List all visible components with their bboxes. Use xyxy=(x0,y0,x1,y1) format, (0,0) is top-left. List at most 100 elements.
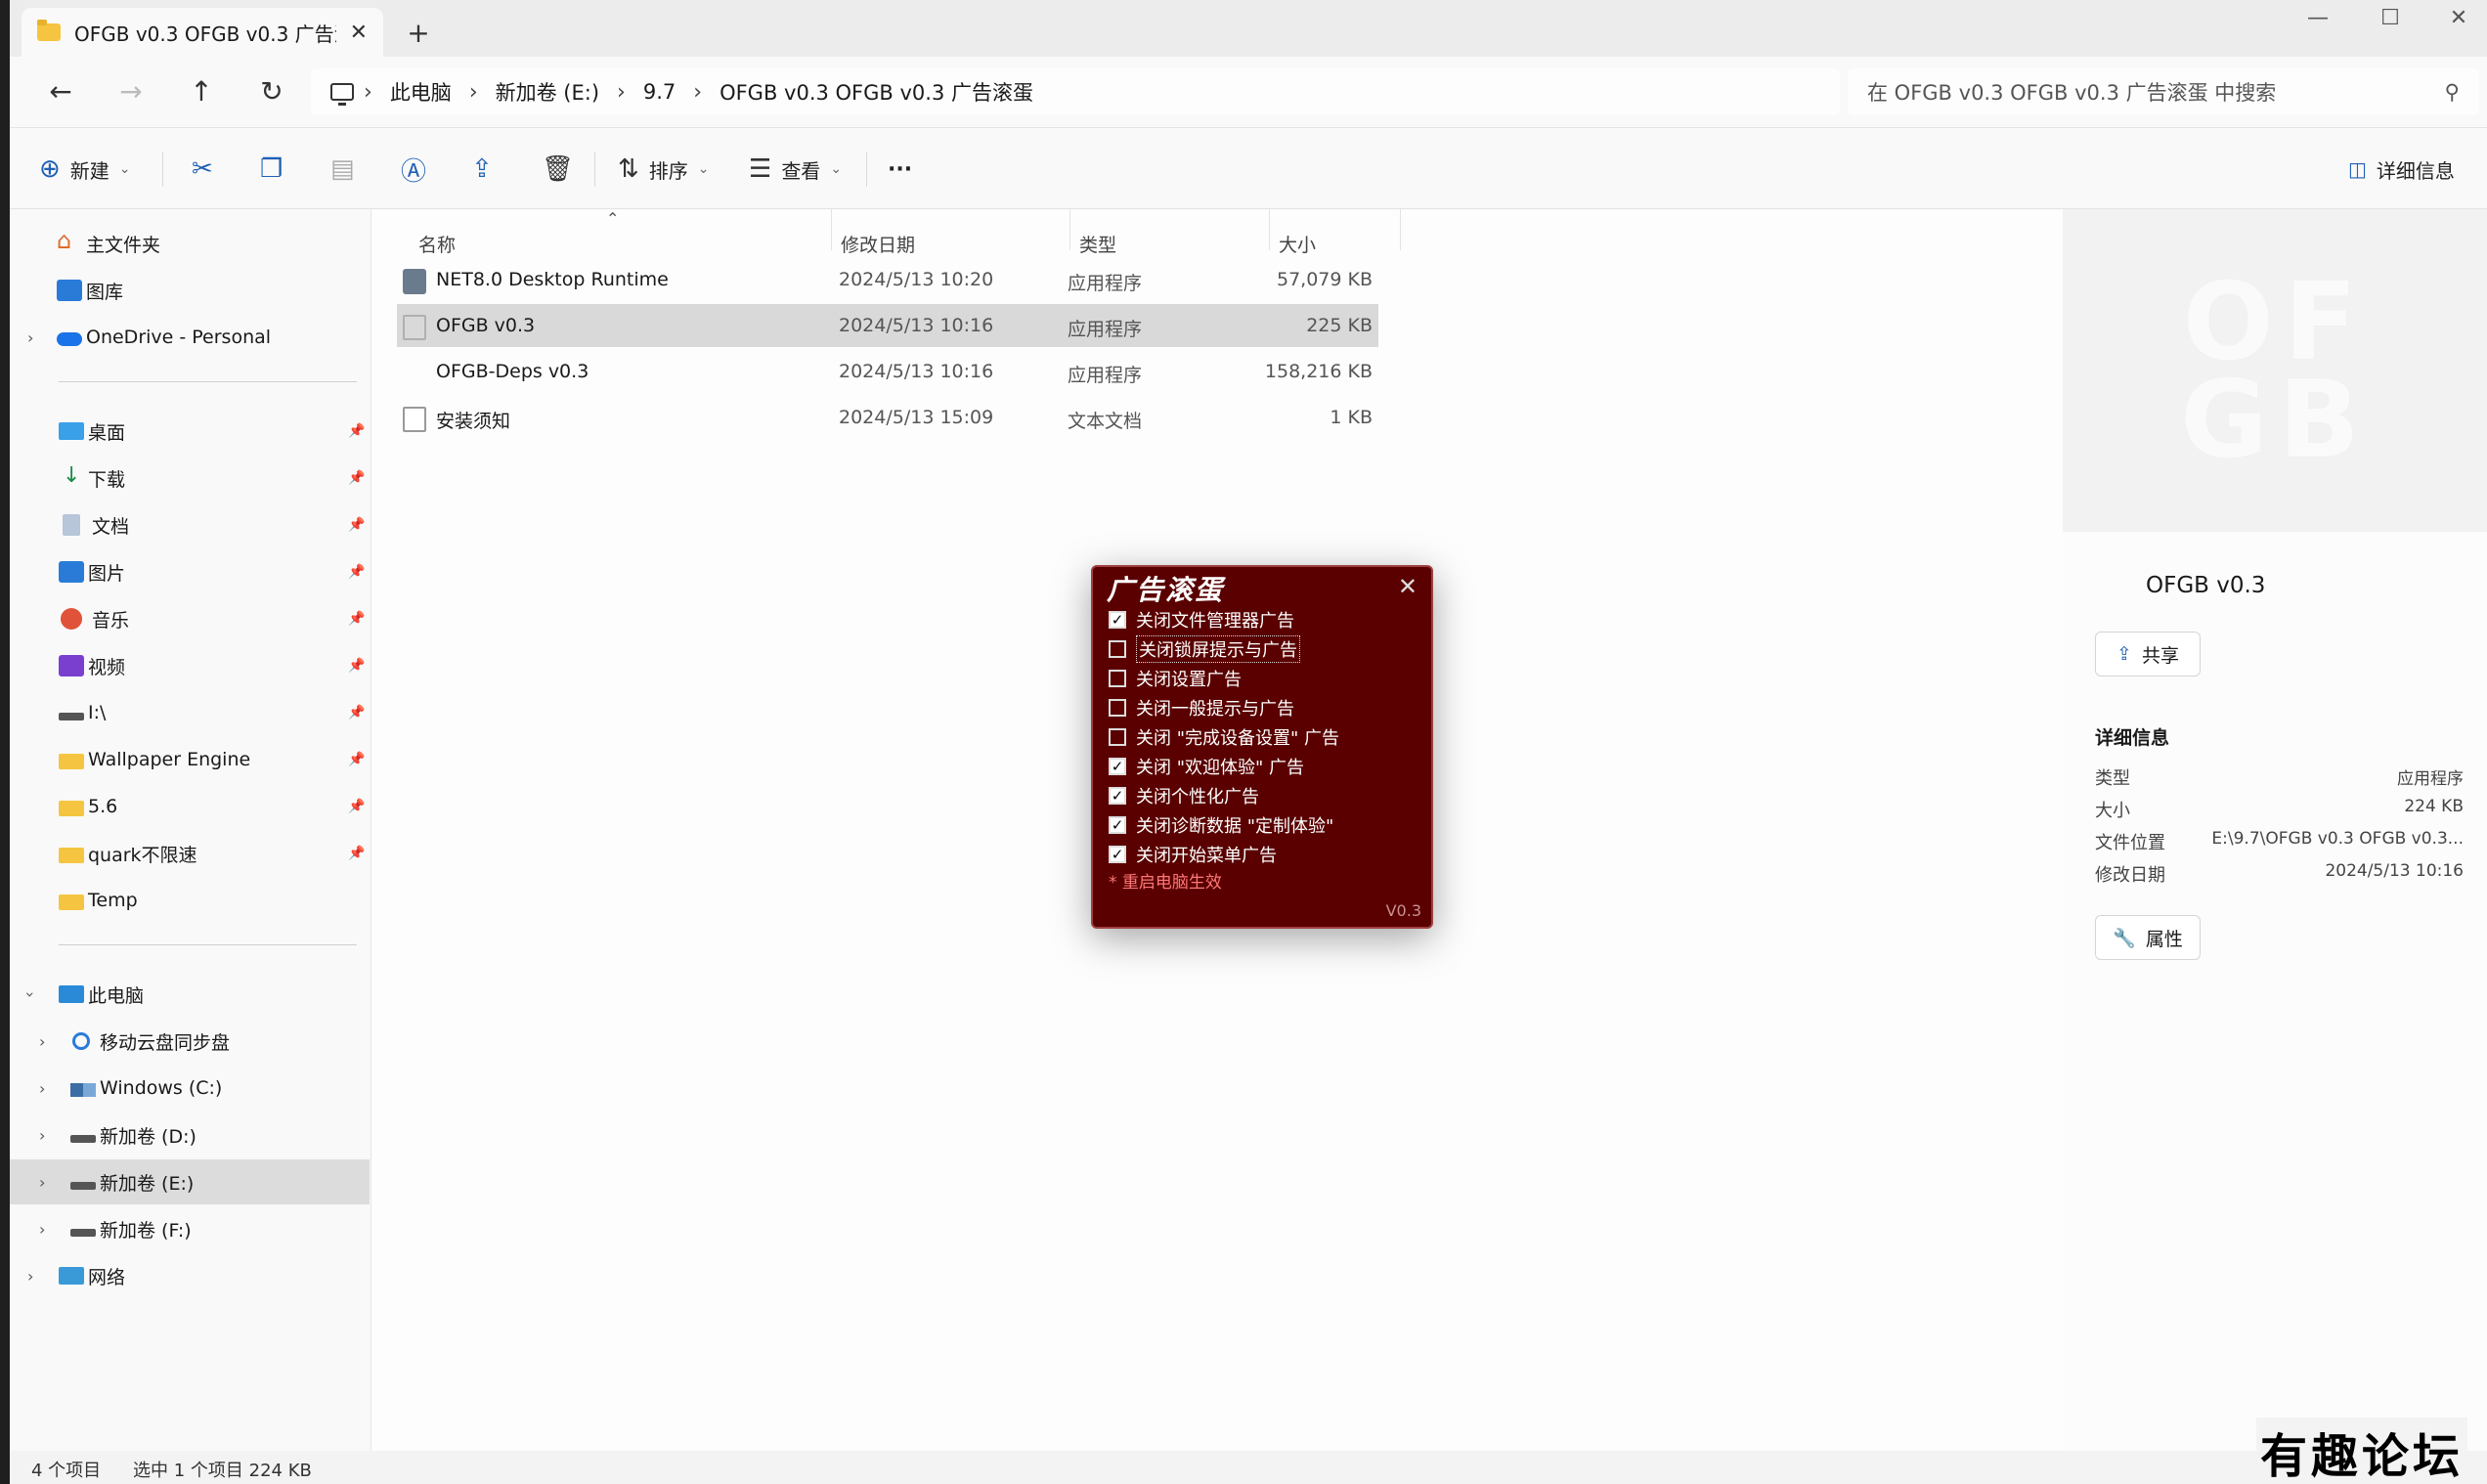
checkbox-checked[interactable]: ✓ xyxy=(1109,846,1126,863)
maximize-button[interactable]: ☐ xyxy=(2366,6,2415,30)
sidebar-item-desktop[interactable]: 桌面 📌 xyxy=(10,409,370,454)
forward-button[interactable]: → xyxy=(109,70,153,113)
option-lockscreen-ads[interactable]: 关闭锁屏提示与广告 xyxy=(1109,635,1300,663)
sidebar-item-pictures[interactable]: 图片 📌 xyxy=(10,549,370,594)
new-tab-button[interactable]: + xyxy=(399,16,438,51)
copy-button[interactable]: ❐ xyxy=(260,148,283,191)
share-button[interactable]: ⇪ xyxy=(471,148,493,191)
checkbox-checked[interactable]: ✓ xyxy=(1109,816,1126,834)
breadcrumb-folder-97[interactable]: 9.7 xyxy=(643,80,676,104)
sidebar-item-onedrive[interactable]: › OneDrive - Personal xyxy=(10,315,370,360)
minimize-button[interactable]: — xyxy=(2293,6,2342,30)
sidebar-item-cloud-sync[interactable]: › 移动云盘同步盘 xyxy=(10,1019,370,1064)
chevron-right-icon[interactable]: › xyxy=(39,1173,45,1192)
option-personalized-ads[interactable]: ✓ 关闭个性化广告 xyxy=(1109,782,1259,809)
pin-icon[interactable]: 📌 xyxy=(348,564,365,580)
delete-button[interactable]: 🗑 xyxy=(542,148,574,191)
chevron-right-icon[interactable]: › xyxy=(39,1126,45,1145)
column-divider[interactable] xyxy=(1269,209,1270,250)
chevron-right-icon[interactable]: › xyxy=(39,1220,45,1239)
checkbox-unchecked[interactable] xyxy=(1109,670,1126,687)
sidebar-item-quark[interactable]: quark不限速 📌 xyxy=(10,831,370,876)
sidebar-item-wallpaper-engine[interactable]: Wallpaper Engine 📌 xyxy=(10,737,370,782)
checkbox-unchecked[interactable] xyxy=(1109,640,1126,658)
checkbox-unchecked[interactable] xyxy=(1109,699,1126,717)
view-button[interactable]: ☰ 查看 ⌄ xyxy=(749,148,842,191)
checkbox-checked[interactable]: ✓ xyxy=(1109,611,1126,629)
chevron-right-icon[interactable]: › xyxy=(27,1267,33,1286)
column-header-date[interactable]: 修改日期 xyxy=(841,231,915,257)
checkbox-checked[interactable]: ✓ xyxy=(1109,758,1126,775)
back-button[interactable]: ← xyxy=(39,70,82,113)
sort-button[interactable]: ⇅ 排序 ⌄ xyxy=(618,148,710,191)
cut-button[interactable]: ✂ xyxy=(192,148,213,191)
option-finish-setup-ads[interactable]: 关闭 "完成设备设置" 广告 xyxy=(1109,723,1339,751)
column-divider[interactable] xyxy=(831,209,832,250)
breadcrumb-pc[interactable]: 此电脑 xyxy=(390,77,452,107)
sidebar-item-home[interactable]: 主文件夹 xyxy=(10,221,370,266)
sidebar-item-drive-e[interactable]: › 新加卷 (E:) xyxy=(10,1159,370,1204)
pin-icon[interactable]: 📌 xyxy=(348,799,365,814)
details-pane-button[interactable]: ◫ 详细信息 xyxy=(2348,148,2455,191)
chevron-right-icon[interactable]: › xyxy=(39,1079,45,1098)
table-row[interactable]: OFGB-Deps v0.3 2024/5/13 10:16 应用程序 158,… xyxy=(397,350,1378,393)
refresh-button[interactable]: ↻ xyxy=(250,70,293,113)
close-icon[interactable]: ✕ xyxy=(1398,573,1418,600)
pin-icon[interactable]: 📌 xyxy=(348,705,365,720)
sidebar-item-temp[interactable]: Temp xyxy=(10,878,370,923)
sidebar-item-5-6[interactable]: 5.6 📌 xyxy=(10,784,370,829)
up-button[interactable]: ↑ xyxy=(180,70,223,113)
column-divider[interactable] xyxy=(1400,209,1401,250)
sidebar-item-videos[interactable]: 视频 📌 xyxy=(10,643,370,688)
more-options-button[interactable]: ··· xyxy=(888,148,912,191)
option-general-tips-ads[interactable]: 关闭一般提示与广告 xyxy=(1109,694,1294,721)
new-button[interactable]: ⊕ 新建 ⌄ xyxy=(39,148,131,191)
sidebar-item-drive-i[interactable]: I:\ 📌 xyxy=(10,690,370,735)
paste-button[interactable]: ▤ xyxy=(330,148,355,191)
close-tab-icon[interactable]: ✕ xyxy=(350,21,368,45)
checkbox-checked[interactable]: ✓ xyxy=(1109,787,1126,805)
column-header-name[interactable]: 名称 xyxy=(418,231,456,257)
table-row[interactable]: 安装须知 2024/5/13 15:09 文本文档 1 KB xyxy=(397,396,1378,439)
close-window-button[interactable]: ✕ xyxy=(2434,6,2483,30)
pin-icon[interactable]: 📌 xyxy=(348,658,365,674)
pin-icon[interactable]: 📌 xyxy=(348,517,365,533)
sidebar-item-this-pc[interactable]: › 此电脑 xyxy=(10,972,370,1017)
properties-button[interactable]: 🔧 属性 xyxy=(2095,915,2201,960)
option-welcome-ads[interactable]: ✓ 关闭 "欢迎体验" 广告 xyxy=(1109,753,1304,780)
chevron-right-icon[interactable]: › xyxy=(27,328,33,347)
option-settings-ads[interactable]: 关闭设置广告 xyxy=(1109,665,1242,692)
pin-icon[interactable]: 📌 xyxy=(348,423,365,439)
table-row[interactable]: NET8.0 Desktop Runtime 2024/5/13 10:20 应… xyxy=(397,258,1378,301)
sidebar-item-drive-f[interactable]: › 新加卷 (F:) xyxy=(10,1206,370,1251)
sidebar-item-drive-c[interactable]: › Windows (C:) xyxy=(10,1066,370,1111)
sidebar-item-gallery[interactable]: 图库 xyxy=(10,268,370,313)
address-bar[interactable]: › 此电脑 › 新加卷 (E:) › 9.7 › OFGB v0.3 OFGB … xyxy=(311,68,1840,115)
column-divider[interactable] xyxy=(1069,209,1070,250)
breadcrumb-drive-e[interactable]: 新加卷 (E:) xyxy=(496,77,599,107)
search-input[interactable]: 在 OFGB v0.3 OFGB v0.3 广告滚蛋 中搜索 xyxy=(1867,77,2445,107)
pin-icon[interactable]: 📌 xyxy=(348,846,365,861)
sidebar-item-music[interactable]: 音乐 📌 xyxy=(10,596,370,641)
sidebar-item-documents[interactable]: 文档 📌 xyxy=(10,502,370,547)
pin-icon[interactable]: 📌 xyxy=(348,611,365,627)
pin-icon[interactable]: 📌 xyxy=(348,752,365,767)
option-file-explorer-ads[interactable]: ✓ 关闭文件管理器广告 xyxy=(1109,606,1294,633)
option-diagnostic-data[interactable]: ✓ 关闭诊断数据 "定制体验" xyxy=(1109,811,1333,839)
column-header-type[interactable]: 类型 xyxy=(1079,231,1116,257)
table-row[interactable]: OFGB v0.3 2024/5/13 10:16 应用程序 225 KB xyxy=(397,304,1378,347)
tab-current[interactable]: OFGB v0.3 OFGB v0.3 广告滚蛋 ✕ xyxy=(22,8,383,57)
search-box[interactable]: 在 OFGB v0.3 OFGB v0.3 广告滚蛋 中搜索 ⚲ xyxy=(1848,68,2479,115)
chevron-right-icon[interactable]: › xyxy=(39,1032,45,1051)
checkbox-unchecked[interactable] xyxy=(1109,728,1126,746)
breadcrumb-current-folder[interactable]: OFGB v0.3 OFGB v0.3 广告滚蛋 xyxy=(720,77,1033,107)
rename-button[interactable]: Ⓐ xyxy=(401,148,426,191)
option-start-menu-ads[interactable]: ✓ 关闭开始菜单广告 xyxy=(1109,841,1277,868)
sidebar-item-drive-d[interactable]: › 新加卷 (D:) xyxy=(10,1113,370,1157)
pin-icon[interactable]: 📌 xyxy=(348,470,365,486)
column-header-size[interactable]: 大小 xyxy=(1279,231,1316,257)
sidebar-item-network[interactable]: › 网络 xyxy=(10,1253,370,1298)
chevron-down-icon[interactable]: › xyxy=(22,991,40,997)
share-button[interactable]: ⇪ 共享 xyxy=(2095,632,2201,677)
sidebar-item-downloads[interactable]: 下载 📌 xyxy=(10,456,370,501)
